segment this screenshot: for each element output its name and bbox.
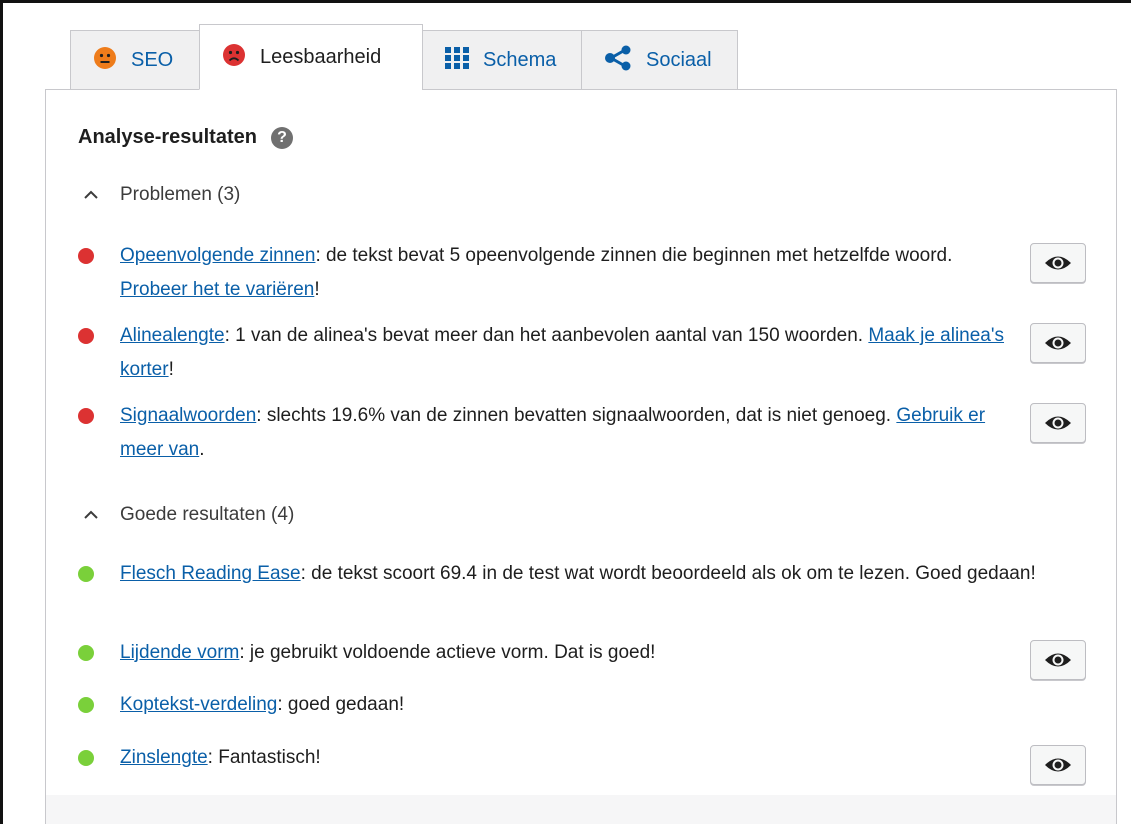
panel-footer	[46, 795, 1116, 824]
good-results-label: Goede resultaten (4)	[120, 504, 295, 525]
result-text: Opeenvolgende zinnen: de tekst bevat 5 o…	[120, 239, 1020, 307]
good-bullet-icon	[78, 697, 94, 713]
share-icon	[604, 45, 632, 76]
tab-sociaal-label: Sociaal	[646, 48, 712, 71]
result-text: Koptekst-verdeling: goed gedaan!	[120, 688, 1020, 722]
result-description: : Fantastisch!	[207, 747, 321, 768]
result-link[interactable]: Koptekst-verdeling	[120, 694, 277, 715]
eye-icon	[1045, 758, 1071, 772]
result-link[interactable]: Flesch Reading Ease	[120, 563, 301, 584]
tab-leesbaarheid[interactable]: Leesbaarheid	[199, 24, 423, 90]
tab-leesbaarheid-label: Leesbaarheid	[260, 45, 382, 68]
tab-sociaal[interactable]: Sociaal	[581, 30, 738, 90]
problem-bullet-icon	[78, 408, 94, 424]
highlight-button[interactable]	[1030, 403, 1086, 443]
highlight-button[interactable]	[1030, 323, 1086, 363]
problem-bullet-icon	[78, 328, 94, 344]
highlight-button[interactable]	[1030, 640, 1086, 680]
result-text: Lijdende vorm: je gebruikt voldoende act…	[120, 636, 1020, 670]
result-punctuation: .	[199, 439, 205, 460]
result-text: Signaalwoorden: slechts 19.6% van de zin…	[120, 399, 1020, 467]
tab-seo[interactable]: SEO	[70, 30, 200, 90]
result-description: : 1 van de alinea's bevat meer dan het a…	[224, 325, 869, 346]
result-link[interactable]: Alinealengte	[120, 325, 225, 346]
neutral-face-icon	[93, 46, 117, 75]
result-link[interactable]: Zinslengte	[120, 747, 208, 768]
grid-icon	[445, 46, 469, 74]
result-advice-link[interactable]: Probeer het te variëren	[120, 279, 314, 300]
highlight-button[interactable]	[1030, 745, 1086, 785]
result-text: Zinslengte: Fantastisch!	[120, 741, 1020, 775]
tab-seo-label: SEO	[131, 48, 174, 71]
result-link[interactable]: Signaalwoorden	[120, 405, 256, 426]
result-punctuation: !	[168, 359, 174, 380]
good-results-toggle[interactable]: Goede resultaten (4)	[78, 504, 294, 526]
chevron-up-icon	[84, 190, 98, 199]
result-link[interactable]: Opeenvolgende zinnen	[120, 245, 315, 266]
analysis-title: Analyse-resultaten	[78, 126, 257, 148]
good-bullet-icon	[78, 566, 94, 582]
result-description: : je gebruikt voldoende actieve vorm. Da…	[239, 642, 656, 663]
analysis-heading: Analyse-resultaten ?	[78, 126, 293, 149]
sad-face-icon	[222, 43, 246, 72]
chevron-up-icon	[84, 510, 98, 519]
problems-toggle[interactable]: Problemen (3)	[78, 184, 240, 206]
result-description: : slechts 19.6% van de zinnen bevatten s…	[256, 405, 897, 426]
eye-icon	[1045, 416, 1071, 430]
good-bullet-icon	[78, 750, 94, 766]
highlight-button[interactable]	[1030, 243, 1086, 283]
result-description: : de tekst bevat 5 opeenvolgende zinnen …	[315, 245, 953, 266]
window-frame-left	[0, 0, 3, 824]
good-bullet-icon	[78, 645, 94, 661]
result-link[interactable]: Lijdende vorm	[120, 642, 239, 663]
eye-icon	[1045, 256, 1071, 270]
help-icon[interactable]: ?	[270, 126, 293, 149]
eye-icon	[1045, 336, 1071, 350]
result-text: Flesch Reading Ease: de tekst scoort 69.…	[120, 557, 1080, 591]
result-text: Alinealengte: 1 van de alinea's bevat me…	[120, 319, 1020, 387]
problem-bullet-icon	[78, 248, 94, 264]
result-description: : de tekst scoort 69.4 in de test wat wo…	[300, 563, 1036, 584]
result-punctuation: !	[314, 279, 320, 300]
tab-schema[interactable]: Schema	[422, 30, 582, 90]
eye-icon	[1045, 653, 1071, 667]
window-frame-top	[0, 0, 1131, 3]
tab-schema-label: Schema	[483, 48, 557, 71]
result-description: : goed gedaan!	[277, 694, 405, 715]
problems-label: Problemen (3)	[120, 184, 241, 205]
metabox-tabs: SEO Leesbaarheid Schema Sociaal	[70, 24, 738, 90]
